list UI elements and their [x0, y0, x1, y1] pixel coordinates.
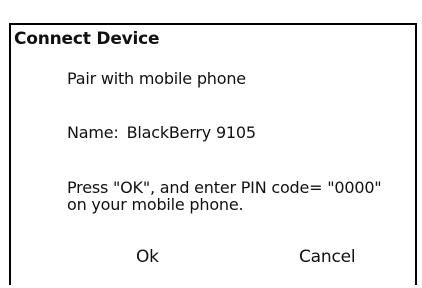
device-name-label: Name: [67, 123, 119, 142]
pair-subtitle: Pair with mobile phone [67, 69, 246, 88]
dialog-title: Connect Device [14, 29, 160, 49]
cancel-button[interactable]: Cancel [299, 247, 356, 267]
device-name-value: BlackBerry 9105 [126, 123, 256, 142]
pin-instruction-line-2: on your mobile phone. [67, 195, 244, 214]
ok-button[interactable]: Ok [136, 247, 159, 267]
pin-instructions: Press "OK", and enter PIN code= "0000" o… [67, 178, 382, 214]
connect-device-dialog [9, 23, 417, 285]
pin-instruction-line-1: Press "OK", and enter PIN code= "0000" [67, 178, 382, 197]
device-name-row: Name: BlackBerry 9105 [67, 123, 256, 142]
